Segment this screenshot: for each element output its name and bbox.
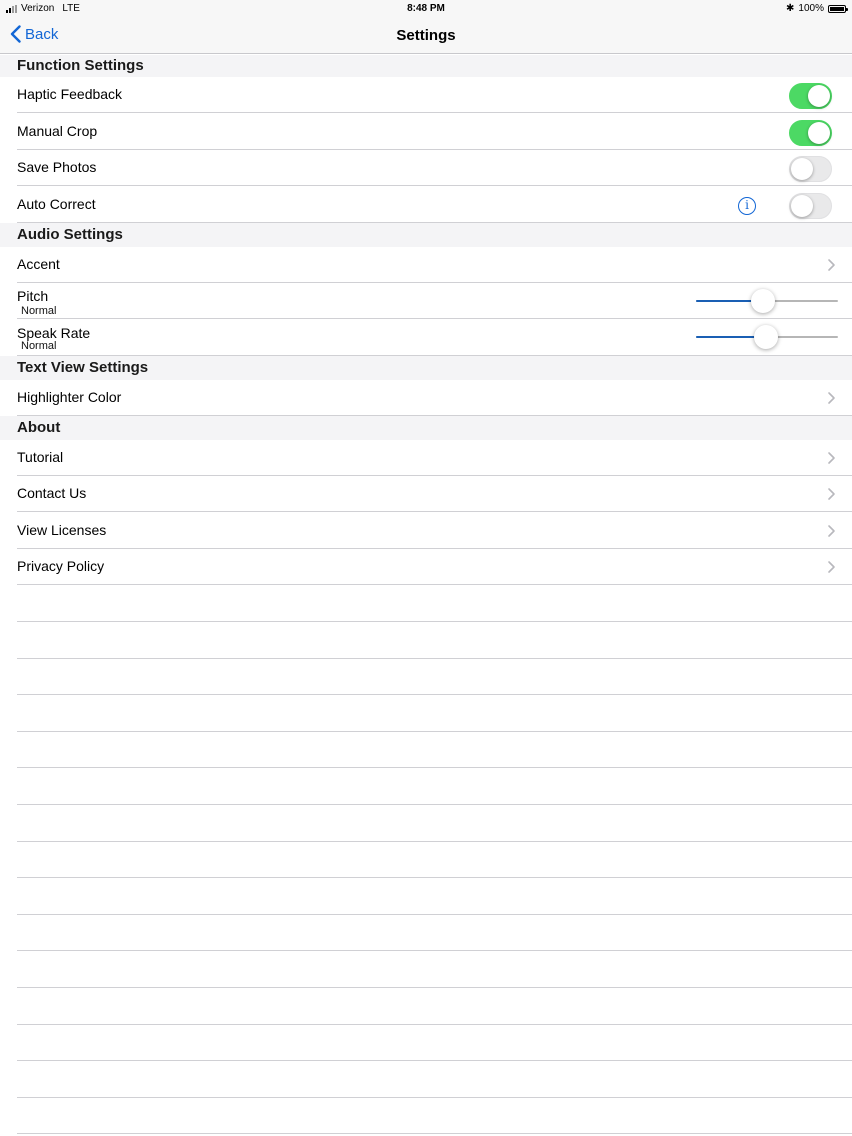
chevron-right-icon	[828, 561, 835, 573]
row-contact-us[interactable]: Contact Us	[0, 476, 852, 512]
row-privacy-policy[interactable]: Privacy Policy	[0, 549, 852, 585]
section-header-function: Function Settings	[0, 55, 852, 77]
row-label: Privacy Policy	[17, 558, 105, 574]
row-label: Tutorial	[17, 449, 64, 465]
slider-thumb[interactable]	[750, 289, 775, 313]
empty-row-separator	[17, 877, 852, 878]
back-button[interactable]: Back	[10, 25, 58, 43]
empty-row-separator	[17, 621, 852, 622]
section-header-text-view: Text View Settings	[0, 356, 852, 380]
battery-percent: 100%	[798, 3, 824, 14]
empty-row-separator	[17, 1097, 852, 1098]
page-title: Settings	[396, 27, 456, 44]
save-photos-toggle[interactable]	[789, 156, 832, 182]
row-tutorial[interactable]: Tutorial	[0, 440, 852, 476]
row-label: Save Photos	[17, 159, 97, 175]
row-pitch: Pitch Normal	[0, 283, 852, 319]
row-view-licenses[interactable]: View Licenses	[0, 513, 852, 549]
empty-row-separator	[17, 658, 852, 659]
empty-row-separator	[17, 804, 852, 805]
row-haptic-feedback: Haptic Feedback	[0, 77, 852, 113]
row-label: Pitch	[17, 288, 49, 304]
empty-row-separator	[17, 987, 852, 988]
row-label: Manual Crop	[17, 123, 98, 139]
row-label: Haptic Feedback	[17, 86, 123, 102]
empty-row-separator	[17, 1133, 852, 1134]
slider-thumb[interactable]	[753, 325, 778, 349]
row-save-photos: Save Photos	[0, 150, 852, 186]
status-bar: Verizon LTE 8:48 PM ✱ 100%	[0, 0, 852, 18]
section-header-about: About	[0, 416, 852, 440]
speak-rate-slider[interactable]	[696, 324, 838, 350]
chevron-left-icon	[10, 25, 21, 43]
empty-row-separator	[17, 767, 852, 768]
empty-row-separator	[17, 914, 852, 915]
chevron-right-icon	[828, 488, 835, 500]
status-right: ✱ 100%	[786, 3, 848, 14]
section-header-audio: Audio Settings	[0, 223, 852, 247]
row-auto-correct: Auto Correct i	[0, 187, 852, 223]
chevron-right-icon	[828, 392, 835, 404]
row-label: Auto Correct	[17, 196, 96, 212]
back-label: Back	[25, 25, 59, 43]
row-label: Accent	[17, 256, 60, 272]
speak-rate-value: Normal	[21, 340, 57, 352]
chevron-right-icon	[828, 259, 835, 271]
info-icon[interactable]: i	[738, 197, 756, 215]
empty-row-separator	[17, 694, 852, 695]
empty-row-separator	[17, 1060, 852, 1061]
navigation-bar: Back Settings	[0, 18, 852, 54]
row-label: Highlighter Color	[17, 389, 122, 405]
pitch-value: Normal	[21, 305, 57, 317]
chevron-right-icon	[828, 452, 835, 464]
battery-icon	[828, 4, 848, 13]
row-label: Contact Us	[17, 485, 87, 501]
row-accent[interactable]: Accent	[0, 247, 852, 283]
row-manual-crop: Manual Crop	[0, 114, 852, 150]
bluetooth-icon: ✱	[786, 3, 795, 14]
haptic-feedback-toggle[interactable]	[789, 83, 832, 109]
empty-row-separator	[17, 841, 852, 842]
pitch-slider[interactable]	[696, 288, 838, 314]
chevron-right-icon	[828, 525, 835, 537]
empty-row-separator	[17, 1024, 852, 1025]
row-highlighter-color[interactable]: Highlighter Color	[0, 380, 852, 416]
status-time: 8:48 PM	[407, 3, 445, 14]
manual-crop-toggle[interactable]	[789, 120, 832, 146]
auto-correct-toggle[interactable]	[789, 193, 832, 219]
row-label: Speak Rate	[17, 325, 91, 341]
empty-row-separator	[17, 731, 852, 732]
row-speak-rate: Speak Rate Normal	[0, 320, 852, 356]
empty-row-separator	[17, 950, 852, 951]
row-label: View Licenses	[17, 522, 107, 538]
